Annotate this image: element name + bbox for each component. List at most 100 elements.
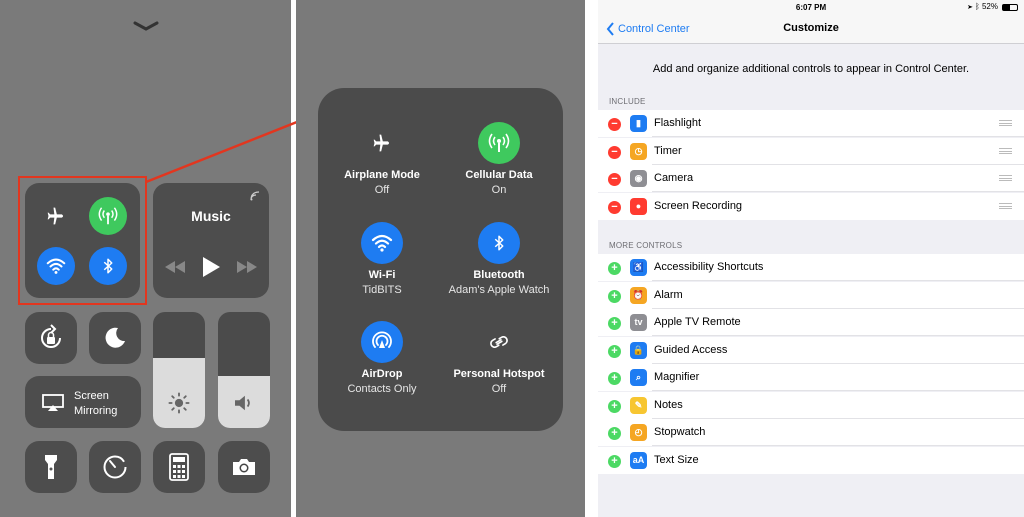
add-button[interactable]: + <box>608 289 621 303</box>
wifi-icon <box>371 234 393 252</box>
battery-percent: 52% <box>981 2 998 11</box>
timer-icon: ◷ <box>630 142 647 160</box>
more-row-text-size[interactable]: + aA Text Size <box>598 446 1024 474</box>
status-time: 6:07 PM <box>795 3 827 12</box>
screen-recording-icon: ● <box>630 197 647 215</box>
airplane-mode-label: Airplane Mode <box>344 169 420 181</box>
airplay-audio-icon[interactable] <box>249 190 261 202</box>
play-icon[interactable] <box>201 256 221 278</box>
more-row-alarm[interactable]: + ⏰ Alarm <box>598 281 1024 309</box>
customize-settings-panel: 6:07 PM ➤ ᛒ 52% Control Center Customize… <box>598 0 1024 517</box>
location-icon: ➤ <box>967 2 973 11</box>
bluetooth-state: Adam's Apple Watch <box>448 284 550 296</box>
calculator-icon <box>169 453 189 481</box>
add-button[interactable]: + <box>608 317 621 330</box>
wifi-label: Wi-Fi <box>368 269 396 281</box>
apple-tv-icon: tv <box>630 314 647 331</box>
more-row-apple-tv-remote[interactable]: + tv Apple TV Remote <box>598 309 1024 336</box>
airplane-icon <box>373 134 390 152</box>
rewind-icon[interactable] <box>165 261 185 273</box>
calculator-button[interactable] <box>153 441 205 493</box>
airplane-mode-state: Off <box>374 184 390 196</box>
magnifier-icon: ⌕ <box>630 369 647 386</box>
more-row-notes[interactable]: + ✎ Notes <box>598 391 1024 419</box>
include-row-screen-recording[interactable]: − ● Screen Recording <box>598 192 1024 220</box>
rotation-lock-icon <box>41 324 61 348</box>
add-button[interactable]: + <box>608 454 621 468</box>
airdrop-toggle[interactable] <box>361 321 403 363</box>
accessibility-icon: ♿ <box>630 259 647 276</box>
reorder-handle-icon[interactable] <box>999 120 1012 126</box>
cellular-data-toggle-large[interactable] <box>478 122 520 164</box>
more-row-stopwatch[interactable]: + ◴ Stopwatch <box>598 419 1024 446</box>
screen-mirroring-icon <box>42 394 64 411</box>
add-button[interactable]: + <box>608 344 621 358</box>
back-button[interactable]: Control Center <box>606 22 690 36</box>
personal-hotspot-state: Off <box>491 383 507 395</box>
do-not-disturb-button[interactable] <box>89 312 141 364</box>
control-name: Timer <box>654 144 682 157</box>
more-controls-header: MORE CONTROLS <box>609 241 683 250</box>
screen-mirroring-button[interactable]: Screen Mirroring <box>25 376 141 428</box>
include-row-timer[interactable]: − ◷ Timer <box>598 137 1024 165</box>
reorder-handle-icon[interactable] <box>999 175 1012 181</box>
text-size-icon: aA <box>630 451 647 469</box>
cellular-antenna-icon <box>488 133 510 152</box>
remove-button[interactable]: − <box>608 200 621 214</box>
stopwatch-icon: ◴ <box>630 424 647 441</box>
lock-icon: 🔒 <box>630 341 647 359</box>
expanded-connectivity-panel: Airplane Mode Off Cellular Data On Wi-Fi… <box>296 0 585 517</box>
airdrop-label: AirDrop <box>361 368 403 380</box>
remove-button[interactable]: − <box>608 118 621 131</box>
control-name: Text Size <box>654 453 699 466</box>
hotspot-link-icon <box>490 336 508 348</box>
control-name: Apple TV Remote <box>654 316 741 328</box>
status-bar: 6:07 PM ➤ ᛒ 52% <box>598 0 1024 14</box>
battery-icon <box>1002 4 1018 11</box>
more-row-magnifier[interactable]: + ⌕ Magnifier <box>598 364 1024 391</box>
add-button[interactable]: + <box>608 399 621 413</box>
remove-button[interactable]: − <box>608 145 621 159</box>
more-row-guided-access[interactable]: + 🔒 Guided Access <box>598 336 1024 364</box>
volume-slider[interactable] <box>218 312 270 428</box>
airplane-mode-toggle-large[interactable] <box>361 122 403 164</box>
flashlight-icon <box>45 455 57 479</box>
fast-forward-icon[interactable] <box>237 261 257 273</box>
alarm-icon: ⏰ <box>630 286 647 304</box>
flashlight-button[interactable] <box>25 441 77 493</box>
bluetooth-toggle-large[interactable] <box>478 222 520 264</box>
include-header: INCLUDE <box>609 97 646 106</box>
control-name: Guided Access <box>654 343 728 356</box>
personal-hotspot-toggle[interactable] <box>478 321 520 363</box>
add-button[interactable]: + <box>608 427 621 440</box>
brightness-slider[interactable] <box>153 312 205 428</box>
timer-button[interactable] <box>89 441 141 493</box>
reorder-handle-icon[interactable] <box>999 202 1012 209</box>
moon-icon <box>105 327 125 348</box>
control-name: Stopwatch <box>654 426 706 438</box>
control-name: Screen Recording <box>654 199 743 212</box>
reorder-handle-icon[interactable] <box>999 147 1012 154</box>
wifi-toggle-large[interactable] <box>361 222 403 264</box>
rotation-lock-button[interactable] <box>25 312 77 364</box>
speaker-icon <box>235 395 250 411</box>
bluetooth-label: Bluetooth <box>473 269 525 281</box>
control-center-panel: Music Screen Mirroring <box>0 0 291 517</box>
more-row-accessibility-shortcuts[interactable]: + ♿ Accessibility Shortcuts <box>598 254 1024 281</box>
camera-button[interactable] <box>218 441 270 493</box>
music-tile[interactable]: Music <box>153 183 269 298</box>
airdrop-icon <box>372 331 392 348</box>
add-button[interactable]: + <box>608 262 621 275</box>
remove-button[interactable]: − <box>608 173 621 186</box>
include-row-camera[interactable]: − ◉ Camera <box>598 165 1024 192</box>
include-row-flashlight[interactable]: − ▮ Flashlight <box>598 110 1024 137</box>
highlight-box <box>18 176 147 305</box>
control-name: Alarm <box>654 288 683 301</box>
chevron-left-icon <box>606 22 614 36</box>
music-title: Music <box>191 208 231 224</box>
chevron-down-icon[interactable] <box>133 20 159 32</box>
timer-icon <box>103 455 127 479</box>
bluetooth-status-icon: ᛒ <box>974 2 980 11</box>
flashlight-icon: ▮ <box>630 115 647 132</box>
add-button[interactable]: + <box>608 372 621 385</box>
